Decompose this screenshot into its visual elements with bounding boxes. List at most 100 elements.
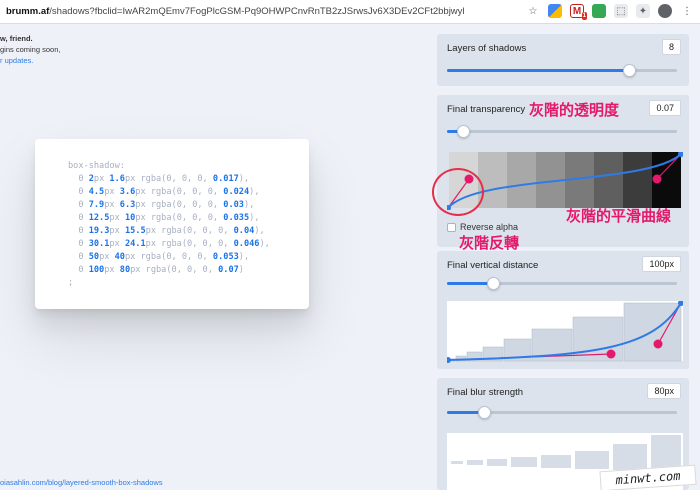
vertical-handle-end[interactable]	[653, 339, 663, 349]
layers-title: Layers of shadows	[447, 43, 527, 54]
code-alpha-value: 0.017	[212, 174, 239, 184]
code-rgba: px rgba(0, 0, 0,	[124, 174, 213, 184]
gradient-step-3	[507, 152, 536, 208]
code-y-value: 100	[88, 265, 105, 275]
code-close: )	[238, 265, 244, 275]
code-alpha-value: 0.03	[223, 200, 244, 210]
menu-icon[interactable]: ⋮	[680, 4, 694, 18]
code-unit: px	[104, 265, 120, 275]
code-y-value: 7.9	[88, 200, 105, 210]
code-close: ),	[238, 174, 250, 184]
profile-icon[interactable]	[658, 4, 672, 18]
blur-step-2	[467, 460, 483, 465]
transparency-value-input[interactable]: 0.07	[649, 100, 681, 116]
code-blur-value: 40	[114, 252, 125, 262]
star-icon[interactable]: ☆	[526, 4, 540, 18]
code-blur-value: 80	[119, 265, 131, 275]
extension-icon-1[interactable]	[548, 4, 562, 18]
code-alpha-value: 0.07	[218, 265, 239, 275]
css-code: box-shadow: 0 2px 1.6px rgba(0, 0, 0, 0.…	[68, 160, 270, 290]
annotation-reverse-note: 灰階反轉	[459, 234, 520, 252]
code-blur-value: 6.3	[119, 200, 136, 210]
code-unit: px	[109, 213, 125, 223]
blur-slider[interactable]	[447, 406, 677, 419]
reverse-alpha-row[interactable]: Reverse alpha	[447, 222, 518, 232]
toolbar-icons: ☆ M1 ⬚ ✦ ⋮	[526, 4, 694, 20]
gmail-icon[interactable]: M1	[570, 4, 587, 20]
blur-step-7	[613, 444, 647, 470]
code-rgba: px rgba(0, 0, 0,	[130, 265, 219, 275]
code-close: ),	[238, 252, 250, 262]
blur-step-1	[451, 461, 463, 464]
annotation-circle	[432, 168, 484, 216]
code-blur-value: 1.6	[109, 174, 125, 184]
annotation-curve-note: 灰階的平滑曲線	[566, 207, 672, 225]
code-y-value: 4.5	[88, 187, 105, 197]
code-x: 0	[68, 252, 89, 262]
code-blur-value: 10	[124, 213, 136, 223]
code-alpha-value: 0.053	[212, 252, 239, 262]
vertical-curve-editor[interactable]	[447, 301, 683, 363]
transparency-title: Final transparency	[447, 104, 526, 115]
code-terminator: ;	[68, 278, 74, 288]
code-rgba: px rgba(0, 0, 0,	[135, 187, 224, 197]
updates-link[interactable]: r updates.	[0, 55, 60, 66]
extension-icon-3[interactable]: ⬚	[614, 4, 628, 18]
code-y-value: 30.1	[88, 239, 110, 249]
blur-step-3	[487, 459, 507, 466]
code-unit: px	[104, 187, 120, 197]
layers-panel: Layers of shadows 8	[437, 34, 689, 86]
code-unit: px	[109, 239, 125, 249]
code-line: 0 4.5px 3.6px rgba(0, 0, 0, 0.024),	[68, 187, 259, 197]
vertical-value-input[interactable]: 100px	[642, 256, 681, 272]
address-bar[interactable]: brumm.af/shadows?fbclid=IwAR2mQEmv7FogPl…	[0, 0, 700, 24]
url-text[interactable]: brumm.af/shadows?fbclid=IwAR2mQEmv7FogPl…	[0, 6, 560, 17]
code-unit: px	[99, 252, 115, 262]
code-line: 0 30.1px 24.1px rgba(0, 0, 0, 0.046),	[68, 239, 270, 249]
url-path: /shadows?fbclid=IwAR2mQEmv7FogPlcGSM-Pq9…	[49, 6, 465, 17]
code-rgba: px rgba(0, 0, 0,	[135, 200, 224, 210]
reverse-alpha-label: Reverse alpha	[460, 222, 519, 232]
transparency-slider-thumb[interactable]	[457, 125, 471, 138]
code-x: 0	[68, 187, 89, 197]
code-y-value: 19.3	[88, 226, 110, 236]
code-x: 0	[68, 213, 89, 223]
code-line: 0 2px 1.6px rgba(0, 0, 0, 0.017),	[68, 174, 249, 184]
control-handle-end[interactable]	[652, 174, 662, 184]
transparency-slider[interactable]	[447, 125, 677, 138]
code-blur-value: 24.1	[124, 239, 146, 249]
layers-value-input[interactable]: 8	[661, 39, 681, 55]
code-rgba: px rgba(0, 0, 0,	[145, 239, 234, 249]
gradient-step-6	[594, 152, 623, 208]
extension-icon-2[interactable]	[592, 4, 606, 18]
code-alpha-value: 0.035	[223, 213, 250, 223]
layers-slider[interactable]	[447, 64, 677, 77]
code-blur-value: 15.5	[124, 226, 146, 236]
vertical-title: Final vertical distance	[447, 260, 539, 271]
intro-line-1: w, friend.	[0, 34, 33, 43]
footer-link[interactable]: oiasahlin.com/blog/layered-smooth-box-sh…	[0, 478, 163, 487]
code-x: 0	[68, 239, 89, 249]
layers-slider-fill	[447, 69, 629, 72]
vertical-handle-start[interactable]	[606, 349, 616, 359]
vertical-panel: Final vertical distance 100px	[437, 251, 689, 369]
code-blur-value: 3.6	[119, 187, 136, 197]
code-close: ),	[243, 200, 255, 210]
code-rgba: px rgba(0, 0, 0,	[145, 226, 234, 236]
code-x: 0	[68, 174, 89, 184]
blur-step-5	[541, 455, 571, 468]
vertical-slider[interactable]	[447, 277, 677, 290]
code-alpha-value: 0.046	[233, 239, 260, 249]
code-rgba: px rgba(0, 0, 0,	[135, 213, 224, 223]
reverse-alpha-checkbox[interactable]	[447, 222, 456, 232]
blur-slider-thumb[interactable]	[477, 406, 491, 419]
blur-value-input[interactable]: 80px	[647, 383, 681, 399]
extension-icon-4[interactable]: ✦	[636, 4, 650, 18]
vertical-slider-thumb[interactable]	[487, 277, 500, 290]
intro-line-2: gins coming soon,	[0, 45, 61, 54]
code-unit: px	[93, 174, 110, 184]
code-line: 0 19.3px 15.5px rgba(0, 0, 0, 0.04),	[68, 226, 264, 236]
code-unit: px	[109, 226, 125, 236]
transparency-curve-editor[interactable]	[447, 152, 683, 210]
layers-slider-thumb[interactable]	[622, 64, 636, 77]
